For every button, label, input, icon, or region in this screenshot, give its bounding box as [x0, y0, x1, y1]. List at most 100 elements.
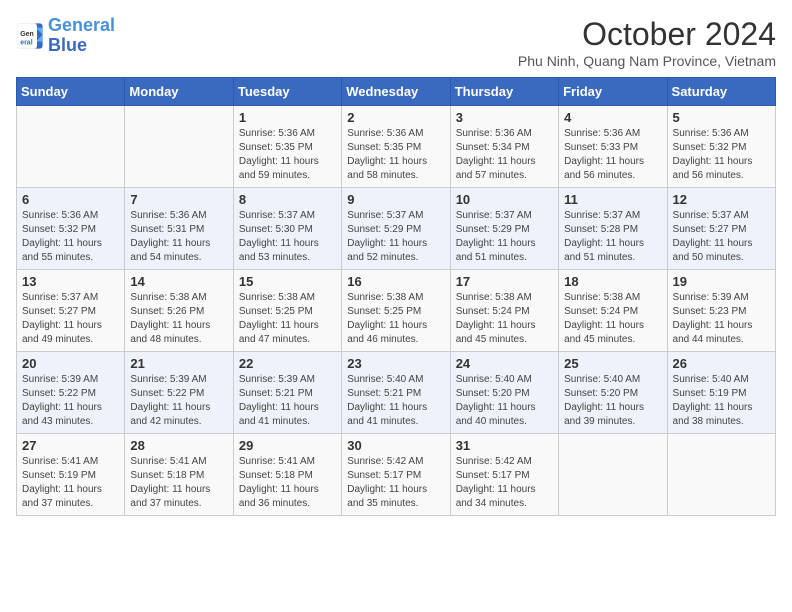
logo-line2: Blue — [48, 36, 115, 56]
table-cell: 5 Sunrise: 5:36 AM Sunset: 5:32 PM Daylig… — [667, 106, 775, 188]
day-info: Sunrise: 5:37 AM Sunset: 5:27 PM Dayligh… — [673, 209, 770, 265]
day-info: Sunrise: 5:36 AM Sunset: 5:32 PM Dayligh… — [673, 127, 770, 183]
day-info: Sunrise: 5:36 AM Sunset: 5:32 PM Dayligh… — [22, 209, 119, 265]
day-info: Sunrise: 5:36 AM Sunset: 5:31 PM Dayligh… — [130, 209, 227, 265]
day-number: 13 — [22, 274, 119, 289]
table-cell: 2 Sunrise: 5:36 AM Sunset: 5:35 PM Daylig… — [342, 106, 450, 188]
day-info: Sunrise: 5:40 AM Sunset: 5:20 PM Dayligh… — [564, 373, 661, 429]
table-cell: 18 Sunrise: 5:38 AM Sunset: 5:24 PM Dayli… — [559, 270, 667, 352]
day-info: Sunrise: 5:39 AM Sunset: 5:22 PM Dayligh… — [130, 373, 227, 429]
day-number: 22 — [239, 356, 336, 371]
location-subtitle: Phu Ninh, Quang Nam Province, Vietnam — [518, 53, 776, 69]
table-cell: 31 Sunrise: 5:42 AM Sunset: 5:17 PM Dayli… — [450, 434, 558, 516]
table-cell: 6 Sunrise: 5:36 AM Sunset: 5:32 PM Daylig… — [17, 188, 125, 270]
day-number: 8 — [239, 192, 336, 207]
calendar-body: 1 Sunrise: 5:36 AM Sunset: 5:35 PM Daylig… — [17, 106, 776, 516]
day-number: 5 — [673, 110, 770, 125]
day-info: Sunrise: 5:38 AM Sunset: 5:24 PM Dayligh… — [564, 291, 661, 347]
header-thursday: Thursday — [450, 78, 558, 106]
day-info: Sunrise: 5:38 AM Sunset: 5:26 PM Dayligh… — [130, 291, 227, 347]
logo: Gen eral General Blue — [16, 16, 115, 56]
day-info: Sunrise: 5:36 AM Sunset: 5:33 PM Dayligh… — [564, 127, 661, 183]
day-info: Sunrise: 5:42 AM Sunset: 5:17 PM Dayligh… — [456, 455, 553, 511]
day-number: 6 — [22, 192, 119, 207]
header-row: SundayMondayTuesdayWednesdayThursdayFrid… — [17, 78, 776, 106]
day-info: Sunrise: 5:37 AM Sunset: 5:27 PM Dayligh… — [22, 291, 119, 347]
day-number: 12 — [673, 192, 770, 207]
table-cell: 23 Sunrise: 5:40 AM Sunset: 5:21 PM Dayli… — [342, 352, 450, 434]
table-cell: 24 Sunrise: 5:40 AM Sunset: 5:20 PM Dayli… — [450, 352, 558, 434]
header-monday: Monday — [125, 78, 233, 106]
header-wednesday: Wednesday — [342, 78, 450, 106]
table-cell: 16 Sunrise: 5:38 AM Sunset: 5:25 PM Dayli… — [342, 270, 450, 352]
day-number: 27 — [22, 438, 119, 453]
table-cell: 11 Sunrise: 5:37 AM Sunset: 5:28 PM Dayli… — [559, 188, 667, 270]
day-number: 29 — [239, 438, 336, 453]
day-info: Sunrise: 5:41 AM Sunset: 5:19 PM Dayligh… — [22, 455, 119, 511]
table-cell — [125, 106, 233, 188]
day-number: 1 — [239, 110, 336, 125]
table-cell: 15 Sunrise: 5:38 AM Sunset: 5:25 PM Dayli… — [233, 270, 341, 352]
table-cell: 21 Sunrise: 5:39 AM Sunset: 5:22 PM Dayli… — [125, 352, 233, 434]
day-info: Sunrise: 5:38 AM Sunset: 5:24 PM Dayligh… — [456, 291, 553, 347]
day-info: Sunrise: 5:37 AM Sunset: 5:29 PM Dayligh… — [347, 209, 444, 265]
day-number: 19 — [673, 274, 770, 289]
day-number: 31 — [456, 438, 553, 453]
table-cell: 14 Sunrise: 5:38 AM Sunset: 5:26 PM Dayli… — [125, 270, 233, 352]
day-info: Sunrise: 5:36 AM Sunset: 5:34 PM Dayligh… — [456, 127, 553, 183]
table-cell — [17, 106, 125, 188]
calendar-table: SundayMondayTuesdayWednesdayThursdayFrid… — [16, 77, 776, 516]
day-info: Sunrise: 5:39 AM Sunset: 5:21 PM Dayligh… — [239, 373, 336, 429]
week-row-3: 13 Sunrise: 5:37 AM Sunset: 5:27 PM Dayli… — [17, 270, 776, 352]
table-cell: 20Sunrise: 5:39 AM Sunset: 5:22 PM Dayli… — [17, 352, 125, 434]
day-number: 25 — [564, 356, 661, 371]
day-info: Sunrise: 5:36 AM Sunset: 5:35 PM Dayligh… — [347, 127, 444, 183]
table-cell: 12 Sunrise: 5:37 AM Sunset: 5:27 PM Dayli… — [667, 188, 775, 270]
day-number: 16 — [347, 274, 444, 289]
week-row-1: 1 Sunrise: 5:36 AM Sunset: 5:35 PM Daylig… — [17, 106, 776, 188]
day-info: Sunrise: 5:37 AM Sunset: 5:29 PM Dayligh… — [456, 209, 553, 265]
day-number: 18 — [564, 274, 661, 289]
day-number: 24 — [456, 356, 553, 371]
day-number: 14 — [130, 274, 227, 289]
table-cell: 10Sunrise: 5:37 AM Sunset: 5:29 PM Dayli… — [450, 188, 558, 270]
day-number: 15 — [239, 274, 336, 289]
table-cell: 1 Sunrise: 5:36 AM Sunset: 5:35 PM Daylig… — [233, 106, 341, 188]
week-row-2: 6 Sunrise: 5:36 AM Sunset: 5:32 PM Daylig… — [17, 188, 776, 270]
day-number: 17 — [456, 274, 553, 289]
day-number: 26 — [673, 356, 770, 371]
day-number: 11 — [564, 192, 661, 207]
table-cell: 9 Sunrise: 5:37 AM Sunset: 5:29 PM Daylig… — [342, 188, 450, 270]
table-cell: 8Sunrise: 5:37 AM Sunset: 5:30 PM Daylig… — [233, 188, 341, 270]
day-info: Sunrise: 5:38 AM Sunset: 5:25 PM Dayligh… — [239, 291, 336, 347]
table-cell: 13 Sunrise: 5:37 AM Sunset: 5:27 PM Dayli… — [17, 270, 125, 352]
day-info: Sunrise: 5:36 AM Sunset: 5:35 PM Dayligh… — [239, 127, 336, 183]
day-number: 30 — [347, 438, 444, 453]
day-info: Sunrise: 5:38 AM Sunset: 5:25 PM Dayligh… — [347, 291, 444, 347]
svg-text:Gen: Gen — [20, 31, 34, 38]
table-cell: 7Sunrise: 5:36 AM Sunset: 5:31 PM Daylig… — [125, 188, 233, 270]
day-number: 23 — [347, 356, 444, 371]
week-row-5: 27 Sunrise: 5:41 AM Sunset: 5:19 PM Dayli… — [17, 434, 776, 516]
day-number: 21 — [130, 356, 227, 371]
day-info: Sunrise: 5:37 AM Sunset: 5:28 PM Dayligh… — [564, 209, 661, 265]
table-cell: 19 Sunrise: 5:39 AM Sunset: 5:23 PM Dayli… — [667, 270, 775, 352]
day-info: Sunrise: 5:42 AM Sunset: 5:17 PM Dayligh… — [347, 455, 444, 511]
day-info: Sunrise: 5:39 AM Sunset: 5:23 PM Dayligh… — [673, 291, 770, 347]
table-cell: 29 Sunrise: 5:41 AM Sunset: 5:18 PM Dayli… — [233, 434, 341, 516]
day-info: Sunrise: 5:40 AM Sunset: 5:20 PM Dayligh… — [456, 373, 553, 429]
table-cell: 3Sunrise: 5:36 AM Sunset: 5:34 PM Daylig… — [450, 106, 558, 188]
day-number: 4 — [564, 110, 661, 125]
week-row-4: 20Sunrise: 5:39 AM Sunset: 5:22 PM Dayli… — [17, 352, 776, 434]
day-number: 28 — [130, 438, 227, 453]
table-cell: 4 Sunrise: 5:36 AM Sunset: 5:33 PM Daylig… — [559, 106, 667, 188]
page-header: Gen eral General Blue October 2024 Phu N… — [16, 16, 776, 69]
table-cell: 22 Sunrise: 5:39 AM Sunset: 5:21 PM Dayli… — [233, 352, 341, 434]
header-tuesday: Tuesday — [233, 78, 341, 106]
day-number: 2 — [347, 110, 444, 125]
day-number: 9 — [347, 192, 444, 207]
table-cell: 28Sunrise: 5:41 AM Sunset: 5:18 PM Dayli… — [125, 434, 233, 516]
table-cell: 25 Sunrise: 5:40 AM Sunset: 5:20 PM Dayli… — [559, 352, 667, 434]
day-info: Sunrise: 5:41 AM Sunset: 5:18 PM Dayligh… — [239, 455, 336, 511]
day-info: Sunrise: 5:40 AM Sunset: 5:21 PM Dayligh… — [347, 373, 444, 429]
